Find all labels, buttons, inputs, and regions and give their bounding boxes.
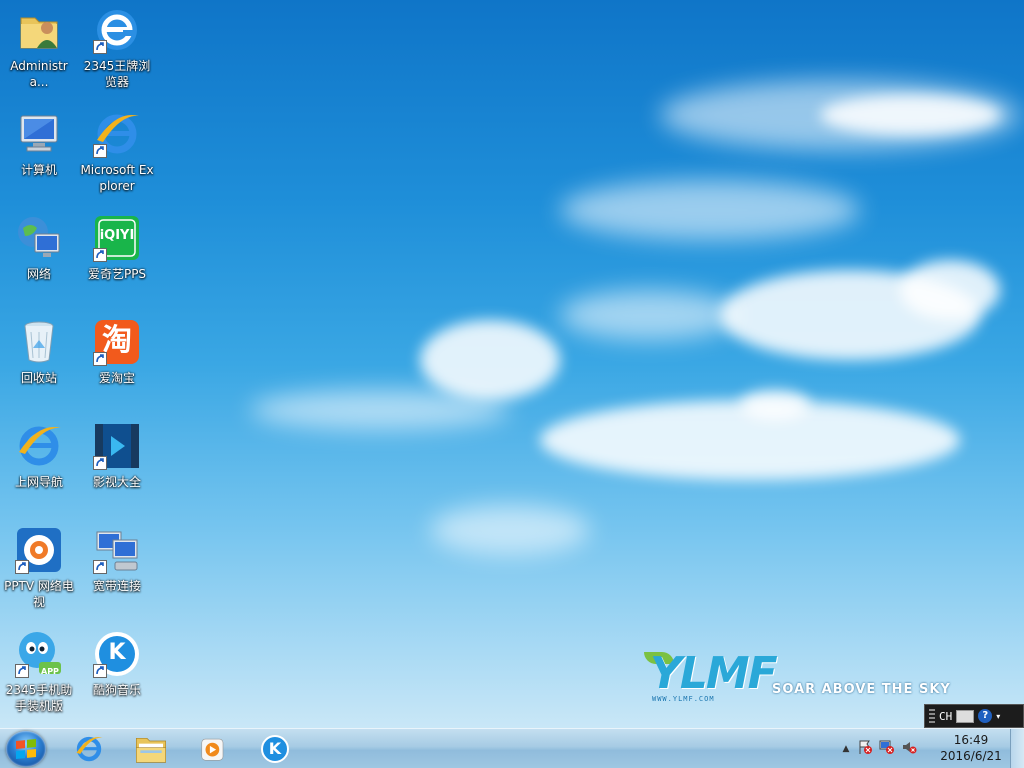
icon-label: 宽带连接 [92, 579, 141, 593]
notification-area: ▲ [838, 729, 920, 768]
ie-navigation-icon [15, 422, 63, 470]
windows-logo-icon [16, 738, 36, 760]
desktop[interactable]: Administra... 计算机 网络 回收站 上网导航 PPTV 网络电视 … [0, 0, 1024, 728]
show-desktop-button[interactable] [1010, 729, 1024, 768]
media-player-icon [201, 738, 224, 761]
icon-label: 回收站 [20, 371, 57, 385]
keyboard-icon[interactable] [956, 709, 975, 723]
kugou-badge: K [268, 739, 282, 758]
input-language[interactable]: CH [939, 710, 952, 723]
taobao-icon: 淘 [93, 318, 141, 366]
broadband-connection-icon [93, 526, 141, 574]
icon-label: 影视大全 [92, 475, 141, 489]
desktop-icon-web-navigation[interactable]: 上网导航 [1, 422, 77, 490]
language-bar-options-icon[interactable]: ▾ [996, 712, 1000, 721]
app-badge: APP [41, 667, 59, 676]
network-icon [15, 214, 63, 262]
internet-explorer-icon [76, 736, 103, 762]
logo-url: WWW.YLMF.COM [652, 695, 715, 703]
taskbar-internet-explorer[interactable] [62, 731, 116, 767]
kugou-music-icon: K [261, 735, 289, 763]
volume-muted-icon[interactable] [898, 739, 920, 759]
shortcut-arrow-icon [93, 144, 107, 158]
icon-label: PPTV 网络电视 [4, 579, 74, 609]
icon-label: Administra... [10, 59, 68, 89]
desktop-icon-network[interactable]: 网络 [1, 214, 77, 282]
icon-label: 上网导航 [14, 475, 63, 489]
shortcut-arrow-icon [93, 664, 107, 678]
taskbar-kugou-music[interactable]: K [248, 731, 302, 767]
desktop-icon-kugou-music[interactable]: K 酷狗音乐 [79, 630, 155, 698]
file-explorer-icon [136, 738, 166, 763]
windows-start-orb-icon[interactable] [6, 731, 46, 767]
internet-explorer-icon [93, 110, 141, 158]
logo-tagline: SOAR ABOVE THE SKY [772, 682, 951, 697]
shortcut-arrow-icon [93, 456, 107, 470]
desktop-icon-iqiyi-pps[interactable]: iQIYI 爱奇艺PPS [79, 214, 155, 282]
phone-assistant-icon: APP [15, 630, 63, 678]
ylmf-wallpaper-logo: YLMF SOAR ABOVE THE SKY WWW.YLMF.COM [640, 648, 960, 708]
icon-label: Microsoft Explorer [80, 163, 154, 193]
desktop-icon-2345-phone-assistant[interactable]: APP 2345手机助手装机版 [1, 630, 77, 714]
video-player-icon [93, 422, 141, 470]
browser-2345-icon [93, 6, 141, 54]
clock-time: 16:49 [953, 733, 989, 747]
icon-label: 网络 [26, 267, 51, 281]
action-center-flag-icon[interactable] [854, 739, 876, 759]
help-icon[interactable]: ? [978, 709, 993, 723]
shortcut-arrow-icon [93, 40, 107, 54]
desktop-icon-recycle-bin[interactable]: 回收站 [1, 318, 77, 386]
language-bar[interactable]: CH ? ▾ [924, 704, 1024, 728]
icon-label: 酷狗音乐 [92, 683, 141, 697]
logo-wordmark: YLMF [650, 648, 778, 699]
desktop-icon-2345-browser[interactable]: 2345王牌浏览器 [79, 6, 155, 90]
iqiyi-badge: iQIYI [99, 228, 135, 243]
shortcut-arrow-icon [15, 664, 29, 678]
iqiyi-icon: iQIYI [93, 214, 141, 262]
recycle-bin-icon [15, 318, 63, 366]
desktop-icon-video-collection[interactable]: 影视大全 [79, 422, 155, 490]
kugou-music-icon: K [93, 630, 141, 678]
taskbar-file-explorer[interactable] [124, 731, 178, 767]
kugou-badge: K [108, 640, 126, 665]
desktop-icon-taobao[interactable]: 淘 爱淘宝 [79, 318, 155, 386]
desktop-icon-computer[interactable]: 计算机 [1, 110, 77, 178]
desktop-icon-administrator[interactable]: Administra... [1, 6, 77, 90]
shortcut-arrow-icon [93, 560, 107, 574]
shortcut-arrow-icon [93, 248, 107, 262]
desktop-icon-microsoft-explorer[interactable]: Microsoft Explorer [79, 110, 155, 194]
show-hidden-icons-icon[interactable]: ▲ [838, 744, 854, 754]
language-bar-grip[interactable] [929, 709, 935, 723]
user-folder-icon [15, 6, 63, 54]
computer-icon [15, 110, 63, 158]
icon-label: 爱奇艺PPS [87, 267, 147, 281]
icon-label: 2345王牌浏览器 [83, 59, 151, 89]
icon-label: 爱淘宝 [98, 371, 135, 385]
desktop-icon-pptv[interactable]: PPTV 网络电视 [1, 526, 77, 610]
taskbar-media-player[interactable] [186, 731, 240, 767]
clock-date: 2016/6/21 [940, 749, 1002, 763]
system-clock[interactable]: 16:49 2016/6/21 [936, 732, 1006, 764]
taskbar[interactable]: K ▲ 16:49 2016/6/21 [0, 728, 1024, 768]
shortcut-arrow-icon [15, 560, 29, 574]
icon-label: 2345手机助手装机版 [5, 683, 73, 713]
desktop-icon-broadband[interactable]: 宽带连接 [79, 526, 155, 594]
network-disconnected-icon[interactable] [876, 739, 898, 759]
pptv-icon [15, 526, 63, 574]
icon-label: 计算机 [20, 163, 57, 177]
shortcut-arrow-icon [93, 352, 107, 366]
